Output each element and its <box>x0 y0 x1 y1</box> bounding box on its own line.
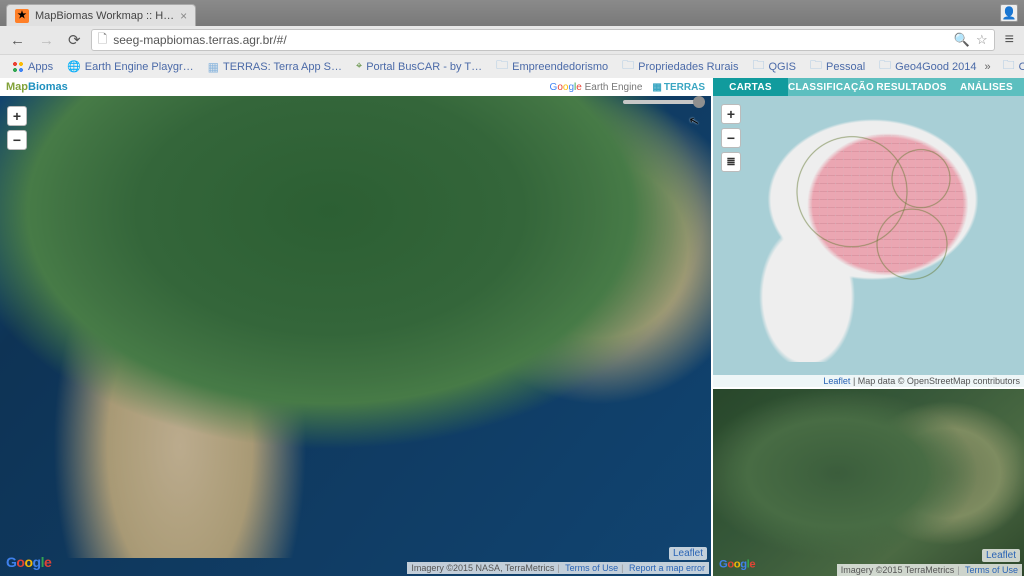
leaflet-badge[interactable]: Leaflet <box>982 549 1020 562</box>
overview-map[interactable]: + − ≣ Leaflet | Map data © OpenStreetMap… <box>713 96 1024 387</box>
other-bookmarks[interactable]: 🗀 Other Bookmarks <box>997 54 1024 79</box>
folder-icon: 🗀 <box>810 56 822 77</box>
bookmark-propriedades[interactable]: 🗀 Propriedades Rurais <box>616 54 744 79</box>
bookmark-earth-engine[interactable]: 🌐 Earth Engine Playgr… <box>61 58 200 75</box>
bookmark-label: Empreendedorismo <box>512 61 608 73</box>
attr-imagery: Imagery ©2015 NASA, TerraMetrics <box>411 563 554 573</box>
bookmark-label: TERRAS: Terra App S… <box>223 61 342 73</box>
bookmarks-bar: Apps 🌐 Earth Engine Playgr… ▦ TERRAS: Terr… <box>0 54 1024 78</box>
folder-icon: 🗀 <box>879 56 891 77</box>
close-icon[interactable]: × <box>180 9 187 23</box>
app-icon: ▦ <box>208 60 219 74</box>
browser-tab[interactable]: ★ MapBiomas Workmap :: H… × <box>6 4 196 26</box>
tab-cartas[interactable]: CARTAS <box>713 78 788 96</box>
report-error-link[interactable]: Report a map error <box>629 563 705 573</box>
detail-map[interactable]: Google Leaflet Imagery ©2015 TerraMetric… <box>713 387 1024 576</box>
tab-strip: ★ MapBiomas Workmap :: H… × 👤 <box>0 0 1024 26</box>
bookmark-label: Earth Engine Playgr… <box>85 61 194 73</box>
bookmark-geo4good[interactable]: 🗀 Geo4Good 2014 <box>873 54 982 79</box>
detail-satellite-layer <box>713 389 1024 576</box>
apps-button[interactable]: Apps <box>6 59 59 75</box>
forward-button[interactable]: → <box>35 30 58 51</box>
bookmark-label: Other Bookmarks <box>1019 61 1024 73</box>
opacity-slider-track[interactable] <box>623 100 701 104</box>
folder-icon: 🗀 <box>622 56 634 77</box>
zoom-out-button[interactable]: − <box>7 130 27 150</box>
menu-icon[interactable]: ≡ <box>1001 31 1018 49</box>
bookmark-buscar[interactable]: ⌖ Portal BusCAR - by T… <box>350 58 488 75</box>
overview-attribution: Leaflet | Map data © OpenStreetMap contr… <box>713 375 1024 387</box>
globe-icon: 🌐 <box>67 60 81 73</box>
buscar-icon: ⌖ <box>356 60 362 73</box>
bookmark-label: Portal BusCAR - by T… <box>366 61 482 73</box>
bookmark-terras[interactable]: ▦ TERRAS: Terra App S… <box>202 58 348 76</box>
user-icon: 👤 <box>1002 6 1017 20</box>
tab-classificacao[interactable]: CLASSIFICAÇÃO <box>788 78 874 96</box>
layers-button[interactable]: ≣ <box>721 152 741 172</box>
detail-attribution: Imagery ©2015 TerraMetrics| Terms of Use <box>837 564 1022 576</box>
folder-icon: 🗀 <box>496 56 508 77</box>
page-icon: 🗋 <box>98 30 108 51</box>
bookmark-qgis[interactable]: 🗀 QGIS <box>746 54 802 79</box>
address-bar[interactable]: 🗋 seeg-mapbiomas.terras.agr.br/#/ 🔍 ☆ <box>91 29 995 51</box>
south-america-outline <box>717 100 1017 362</box>
opacity-slider-knob[interactable] <box>693 96 705 108</box>
terms-link[interactable]: Terms of Use <box>965 565 1018 575</box>
terras-logo: TERRAS <box>652 82 705 93</box>
leaflet-badge[interactable]: Leaflet <box>669 547 707 560</box>
zoom-out-button[interactable]: − <box>721 128 741 148</box>
map-attribution: Imagery ©2015 NASA, TerraMetrics| Terms … <box>407 562 709 574</box>
google-earth-engine-logo: Google Earth Engine <box>550 82 643 93</box>
layers-icon: ≣ <box>726 153 735 171</box>
zoom-in-button[interactable]: + <box>7 106 27 126</box>
bookmark-pessoal[interactable]: 🗀 Pessoal <box>804 54 871 79</box>
header-credits: Google Earth Engine TERRAS <box>550 82 705 93</box>
leaflet-link[interactable]: Leaflet <box>823 376 850 386</box>
apps-label: Apps <box>28 61 53 73</box>
attr-imagery: Imagery ©2015 TerraMetrics <box>841 565 955 575</box>
side-panel: CARTAS CLASSIFICAÇÃO RESULTADOS ANÁLISES… <box>711 78 1024 576</box>
bookmark-label: Pessoal <box>826 61 865 73</box>
bookmarks-overflow[interactable]: » <box>985 61 991 73</box>
apps-icon <box>12 61 24 73</box>
attr-text: | Map data © OpenStreetMap contributors <box>850 376 1020 386</box>
terms-link[interactable]: Terms of Use <box>565 563 618 573</box>
folder-icon: 🗀 <box>752 56 764 77</box>
browser-toolbar: ← → ⟳ 🗋 seeg-mapbiomas.terras.agr.br/#/ … <box>0 26 1024 54</box>
url-text: seeg-mapbiomas.terras.agr.br/#/ <box>113 33 286 47</box>
side-tab-bar: CARTAS CLASSIFICAÇÃO RESULTADOS ANÁLISES <box>713 78 1024 96</box>
zoom-in-button[interactable]: + <box>721 104 741 124</box>
bookmark-label: QGIS <box>768 61 796 73</box>
back-button[interactable]: ← <box>6 30 29 51</box>
tab-title: MapBiomas Workmap :: H… <box>35 10 174 22</box>
browser-chrome: ★ MapBiomas Workmap :: H… × 👤 ← → ⟳ 🗋 se… <box>0 0 1024 79</box>
mapbiomas-logo: MapBiomas <box>6 81 68 93</box>
tab-analises[interactable]: ANÁLISES <box>949 78 1024 96</box>
app-content: MapBiomas Google Earth Engine TERRAS + −… <box>0 78 1024 576</box>
tab-resultados[interactable]: RESULTADOS <box>874 78 949 96</box>
google-logo: Google <box>6 554 51 570</box>
main-map-panel[interactable]: MapBiomas Google Earth Engine TERRAS + −… <box>0 78 711 576</box>
bookmark-empreendedorismo[interactable]: 🗀 Empreendedorismo <box>490 54 614 79</box>
bookmark-label: Propriedades Rurais <box>638 61 738 73</box>
star-icon[interactable]: ☆ <box>976 32 988 48</box>
biome-boundaries <box>717 100 1017 362</box>
bookmark-label: Geo4Good 2014 <box>895 61 976 73</box>
reload-button[interactable]: ⟳ <box>64 29 85 51</box>
folder-icon: 🗀 <box>1003 56 1015 77</box>
app-header: MapBiomas Google Earth Engine TERRAS <box>0 78 711 96</box>
search-icon[interactable]: 🔍 <box>954 32 970 48</box>
favicon-icon: ★ <box>15 9 29 23</box>
user-profile-button[interactable]: 👤 <box>1000 4 1018 22</box>
satellite-layer <box>0 78 711 558</box>
google-logo: Google <box>719 557 755 570</box>
